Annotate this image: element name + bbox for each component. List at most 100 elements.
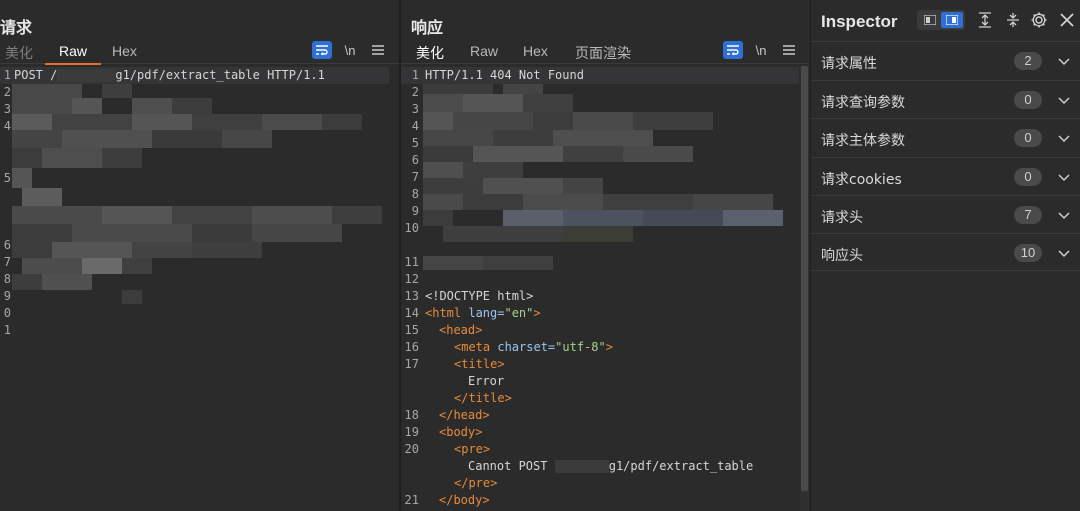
html-tag: <html bbox=[425, 306, 462, 320]
line-number: 2 bbox=[3, 85, 11, 99]
count-badge: 0 bbox=[1014, 168, 1042, 186]
chevron-down-icon bbox=[1058, 97, 1070, 105]
pre-close-line: </pre> bbox=[454, 476, 497, 490]
close-inspector-button[interactable] bbox=[1057, 10, 1077, 30]
line-number: 8 bbox=[411, 187, 419, 201]
line-number: 6 bbox=[3, 238, 11, 252]
show-newlines-button[interactable]: \n bbox=[340, 41, 360, 59]
wrap-lines-icon bbox=[727, 45, 739, 55]
response-title: 响应 bbox=[411, 18, 444, 37]
inspector-row-request-headers[interactable]: 请求头 7 bbox=[811, 195, 1080, 233]
tab-raw[interactable]: Raw bbox=[470, 43, 498, 63]
hamburger-menu-icon bbox=[372, 45, 384, 55]
doctype-line: <!DOCTYPE html> bbox=[425, 289, 533, 303]
meta-tag: <meta bbox=[454, 340, 491, 354]
pre-open-line: <pre> bbox=[454, 442, 490, 456]
tab-pretty-label: 美化 bbox=[416, 45, 444, 61]
line-number: 3 bbox=[3, 102, 11, 116]
line-number: 17 bbox=[404, 357, 419, 371]
request-menu-button[interactable] bbox=[368, 41, 388, 59]
tab-pretty[interactable]: 美化 bbox=[5, 43, 33, 67]
title-tag: <title> bbox=[454, 357, 505, 371]
row-label: 响应头 bbox=[821, 248, 863, 264]
pre-text-prefix: Cannot POST bbox=[468, 459, 548, 473]
title-close-tag: </title> bbox=[454, 391, 512, 405]
response-menu-button[interactable] bbox=[779, 41, 799, 59]
line-number: 1 bbox=[3, 68, 11, 82]
tab-pretty[interactable]: 美化 bbox=[402, 43, 458, 69]
tab-hex[interactable]: Hex bbox=[112, 43, 137, 63]
line-number: 7 bbox=[411, 170, 419, 184]
tab-render[interactable]: 页面渲染 bbox=[575, 43, 631, 67]
status-line: HTTP/1.1 404 Not Found bbox=[425, 68, 584, 82]
head-close-tag: </head> bbox=[439, 408, 490, 422]
settings-button[interactable] bbox=[1029, 10, 1049, 30]
count-badge: 10 bbox=[1014, 244, 1042, 262]
tab-hex[interactable]: Hex bbox=[523, 43, 548, 63]
pre-tag: <pre> bbox=[454, 442, 491, 456]
tab-raw[interactable]: Raw bbox=[45, 43, 102, 65]
request-title: 请求 bbox=[0, 18, 33, 37]
wrap-lines-button[interactable] bbox=[723, 41, 743, 59]
chevron-down-icon bbox=[1058, 250, 1070, 258]
line-number: 16 bbox=[404, 340, 419, 354]
inspector-row-response-headers[interactable]: 响应头 10 bbox=[811, 233, 1080, 271]
line-number: 12 bbox=[404, 272, 419, 286]
inspector-header: Inspector bbox=[811, 0, 1080, 40]
request-pane: 请求 美化 Raw Hex \n 1 2 3 4 5 6 7 8 9 0 1 P… bbox=[0, 0, 399, 511]
line-number: 2 bbox=[411, 85, 419, 99]
scrollbar-thumb[interactable] bbox=[801, 66, 808, 491]
inspector-right-layout-button[interactable] bbox=[941, 12, 963, 28]
doctype: <!DOCTYPE html> bbox=[425, 289, 534, 303]
line-number: 20 bbox=[404, 442, 419, 456]
expand-all-icon bbox=[979, 12, 991, 28]
inspector-panel: Inspector 请求属性 2 请求查询参数 0 请求主体参数 0 请求coo… bbox=[810, 0, 1080, 511]
expand-all-button[interactable] bbox=[975, 10, 995, 30]
lang-value: "en" bbox=[504, 306, 534, 320]
count-badge: 0 bbox=[1014, 129, 1042, 147]
line-number: 7 bbox=[3, 255, 11, 269]
show-newlines-button[interactable]: \n bbox=[751, 41, 771, 59]
line-number: 1 bbox=[411, 68, 419, 82]
inspector-row-cookies[interactable]: 请求cookies 0 bbox=[811, 157, 1080, 195]
row-label: 请求cookies bbox=[821, 172, 902, 188]
charset-value: "utf-8" bbox=[555, 340, 606, 354]
collapse-all-button[interactable] bbox=[1003, 10, 1023, 30]
chevron-down-icon bbox=[1058, 212, 1070, 220]
line-number: 6 bbox=[411, 153, 419, 167]
collapse-all-icon bbox=[1007, 13, 1019, 27]
response-editor[interactable]: 1 2 3 4 5 6 7 8 9 10 11 12 13 14 15 16 1… bbox=[401, 66, 809, 511]
inspector-left-layout-button[interactable] bbox=[919, 12, 941, 28]
pre-text-line: Cannot POST g1/pdf/extract_table bbox=[468, 459, 753, 473]
head-close-line: </head> bbox=[439, 408, 490, 422]
tag-end: > bbox=[605, 340, 613, 354]
close-icon bbox=[1060, 13, 1074, 27]
hamburger-menu-icon bbox=[783, 45, 795, 55]
chevron-down-icon bbox=[1058, 58, 1070, 66]
lang-attr: lang= bbox=[468, 306, 505, 320]
row-label: 请求属性 bbox=[821, 56, 877, 72]
request-line-prefix: POST / bbox=[14, 68, 58, 82]
wrap-lines-icon bbox=[316, 45, 328, 55]
tag-end: > bbox=[533, 306, 541, 320]
meta-line: <meta charset="utf-8"> bbox=[454, 340, 613, 354]
charset-attr: charset= bbox=[497, 340, 556, 354]
line-number: 5 bbox=[3, 171, 11, 185]
line-number: 15 bbox=[404, 323, 419, 337]
row-label: 请求头 bbox=[821, 210, 863, 226]
inspector-title: Inspector bbox=[821, 12, 898, 31]
inspector-row-query-params[interactable]: 请求查询参数 0 bbox=[811, 80, 1080, 118]
redacted-headers bbox=[423, 84, 783, 270]
request-editor[interactable]: 1 2 3 4 5 6 7 8 9 0 1 POST / g1/pdf/extra… bbox=[0, 66, 399, 511]
line-number: 9 bbox=[3, 289, 11, 303]
title-close-line: </title> bbox=[454, 391, 512, 405]
response-scrollbar[interactable] bbox=[800, 66, 809, 511]
inspector-row-request-attributes[interactable]: 请求属性 2 bbox=[811, 41, 1080, 79]
chevron-down-icon bbox=[1058, 174, 1070, 182]
inspector-row-body-params[interactable]: 请求主体参数 0 bbox=[811, 118, 1080, 156]
wrap-lines-button[interactable] bbox=[312, 41, 332, 59]
line-number: 4 bbox=[3, 119, 11, 133]
body-tag: <body> bbox=[439, 425, 483, 439]
line-number: 1 bbox=[3, 323, 11, 337]
row-label: 请求查询参数 bbox=[821, 95, 905, 111]
